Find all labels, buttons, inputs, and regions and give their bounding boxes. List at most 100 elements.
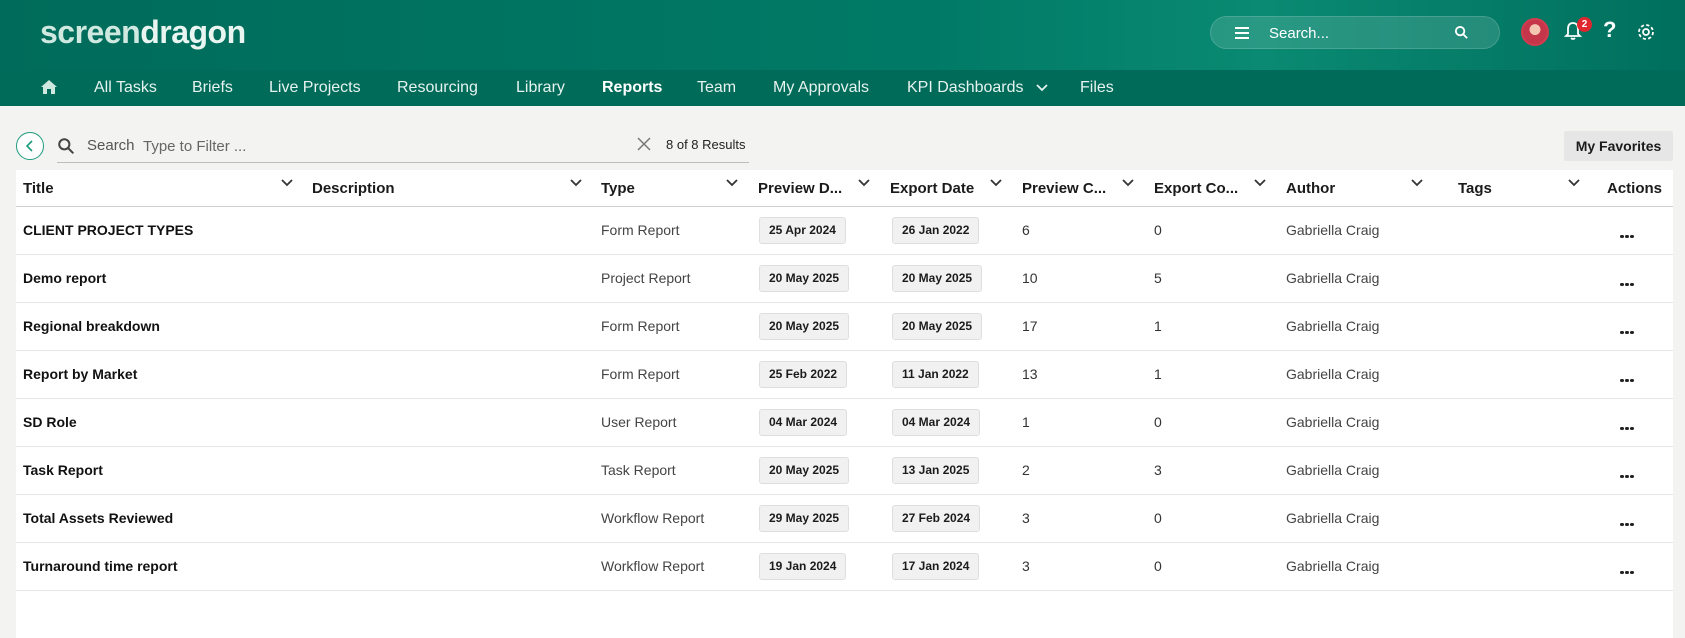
results-count: 8 of 8 Results bbox=[666, 137, 746, 152]
nav-my-approvals[interactable]: My Approvals bbox=[773, 79, 869, 97]
report-type: Task Report bbox=[601, 462, 676, 478]
column-header-tags[interactable]: Tags bbox=[1458, 180, 1492, 197]
report-title[interactable]: Total Assets Reviewed bbox=[23, 510, 173, 526]
more-icon[interactable] bbox=[1620, 513, 1636, 526]
export-date-chip: 11 Jan 2022 bbox=[892, 361, 979, 388]
column-header-export-count[interactable]: Export Co... bbox=[1154, 180, 1238, 197]
report-title[interactable]: SD Role bbox=[23, 414, 77, 430]
column-header-description[interactable]: Description bbox=[312, 180, 395, 197]
preview-date-chip: 25 Apr 2024 bbox=[759, 217, 846, 244]
column-header-title[interactable]: Title bbox=[23, 180, 54, 197]
report-title[interactable]: Regional breakdown bbox=[23, 318, 160, 334]
preview-date-chip: 20 May 2025 bbox=[759, 313, 850, 340]
column-header-author[interactable]: Author bbox=[1286, 180, 1335, 197]
nav-reports[interactable]: Reports bbox=[602, 79, 662, 97]
global-search-input[interactable]: Search... bbox=[1269, 25, 1329, 42]
my-favorites-button[interactable]: My Favorites bbox=[1564, 131, 1673, 161]
nav-kpi-dashboards-label: KPI Dashboards bbox=[907, 79, 1024, 96]
table-row[interactable]: SD Role User Report 04 Mar 2024 04 Mar 2024… bbox=[16, 399, 1673, 447]
export-date-chip: 04 Mar 2024 bbox=[892, 409, 981, 436]
preview-count: 13 bbox=[1022, 366, 1038, 382]
report-author: Gabriella Craig bbox=[1286, 558, 1380, 574]
more-icon[interactable] bbox=[1620, 561, 1636, 574]
home-icon[interactable] bbox=[40, 79, 58, 100]
column-header-export-date[interactable]: Export Date bbox=[890, 180, 974, 197]
preview-count: 10 bbox=[1022, 270, 1038, 286]
menu-icon[interactable] bbox=[1235, 27, 1249, 39]
table-row[interactable]: CLIENT PROJECT TYPES Form Report 25 Apr 20… bbox=[16, 207, 1673, 255]
chevron-down-icon[interactable] bbox=[725, 178, 739, 188]
table-row[interactable]: Total Assets Reviewed Workflow Report 29 M… bbox=[16, 495, 1673, 543]
filter-bar: Search 8 of 8 Results bbox=[57, 130, 749, 163]
more-icon[interactable] bbox=[1620, 321, 1636, 334]
more-icon[interactable] bbox=[1620, 225, 1636, 238]
clear-icon[interactable] bbox=[637, 137, 651, 156]
preview-count: 6 bbox=[1022, 222, 1030, 238]
table-row[interactable]: Report by Market Form Report 25 Feb 2022 11… bbox=[16, 351, 1673, 399]
preview-count: 1 bbox=[1022, 414, 1030, 430]
report-title[interactable]: Task Report bbox=[23, 462, 103, 478]
preview-date-chip: 04 Mar 2024 bbox=[759, 409, 848, 436]
more-icon[interactable] bbox=[1620, 273, 1636, 286]
nav-briefs[interactable]: Briefs bbox=[192, 79, 233, 97]
more-icon[interactable] bbox=[1620, 417, 1636, 430]
search-icon[interactable] bbox=[1454, 25, 1469, 45]
preview-date-chip: 20 May 2025 bbox=[759, 265, 850, 292]
export-date-chip: 17 Jan 2024 bbox=[892, 553, 980, 580]
filter-input[interactable] bbox=[143, 135, 563, 157]
chevron-down-icon[interactable] bbox=[1253, 178, 1267, 188]
export-count: 3 bbox=[1154, 462, 1162, 478]
logo-text-dragon: dragon bbox=[140, 14, 246, 50]
report-title[interactable]: CLIENT PROJECT TYPES bbox=[23, 222, 193, 238]
nav-kpi-dashboards[interactable]: KPI Dashboards bbox=[907, 79, 1048, 97]
report-title[interactable]: Report by Market bbox=[23, 366, 137, 382]
nav-files[interactable]: Files bbox=[1080, 79, 1114, 97]
export-count: 1 bbox=[1154, 366, 1162, 382]
table-header: Title Description Type Preview D... Expo… bbox=[16, 170, 1673, 207]
export-date-chip: 26 Jan 2022 bbox=[892, 217, 980, 244]
app-logo[interactable]: screendragon bbox=[40, 14, 246, 51]
global-search[interactable]: Search... bbox=[1210, 16, 1500, 49]
column-header-actions: Actions bbox=[1607, 180, 1663, 197]
more-icon[interactable] bbox=[1620, 465, 1636, 478]
column-header-preview-date[interactable]: Preview D... bbox=[758, 180, 842, 197]
chevron-down-icon[interactable] bbox=[1410, 178, 1424, 188]
user-avatar[interactable] bbox=[1521, 18, 1549, 46]
nav-live-projects[interactable]: Live Projects bbox=[269, 79, 361, 97]
report-type: Form Report bbox=[601, 222, 680, 238]
export-count: 0 bbox=[1154, 222, 1162, 238]
chevron-down-icon[interactable] bbox=[857, 178, 871, 188]
export-date-chip: 20 May 2025 bbox=[892, 265, 983, 292]
more-icon[interactable] bbox=[1620, 369, 1636, 382]
preview-date-chip: 29 May 2025 bbox=[759, 505, 850, 532]
table-row[interactable]: Demo report Project Report 20 May 2025 20 M… bbox=[16, 255, 1673, 303]
back-icon bbox=[25, 140, 33, 152]
nav-all-tasks[interactable]: All Tasks bbox=[94, 79, 157, 97]
chevron-down-icon[interactable] bbox=[569, 178, 583, 188]
chevron-down-icon[interactable] bbox=[1567, 178, 1581, 188]
table-row[interactable]: Task Report Task Report 20 May 2025 13 Jan … bbox=[16, 447, 1673, 495]
nav-team[interactable]: Team bbox=[697, 79, 736, 97]
export-date-chip: 27 Feb 2024 bbox=[892, 505, 981, 532]
table-row[interactable]: Regional breakdown Form Report 20 May 2025… bbox=[16, 303, 1673, 351]
nav-library[interactable]: Library bbox=[516, 79, 565, 97]
report-title[interactable]: Demo report bbox=[23, 270, 106, 286]
column-header-preview-count[interactable]: Preview C... bbox=[1022, 180, 1106, 197]
search-icon bbox=[57, 137, 75, 160]
report-author: Gabriella Craig bbox=[1286, 318, 1380, 334]
back-button[interactable] bbox=[16, 132, 44, 160]
chevron-down-icon[interactable] bbox=[280, 178, 294, 188]
chevron-down-icon[interactable] bbox=[1121, 178, 1135, 188]
nav-resourcing[interactable]: Resourcing bbox=[397, 79, 478, 97]
chevron-down-icon[interactable] bbox=[989, 178, 1003, 188]
preview-count: 2 bbox=[1022, 462, 1030, 478]
column-header-type[interactable]: Type bbox=[601, 180, 635, 197]
report-title[interactable]: Turnaround time report bbox=[23, 558, 178, 574]
report-author: Gabriella Craig bbox=[1286, 414, 1380, 430]
table-row[interactable]: Turnaround time report Workflow Report 19 … bbox=[16, 543, 1673, 591]
report-type: Workflow Report bbox=[601, 510, 705, 526]
report-author: Gabriella Craig bbox=[1286, 462, 1380, 478]
help-icon[interactable]: ? bbox=[1603, 17, 1616, 43]
gear-icon[interactable] bbox=[1636, 22, 1656, 47]
reports-table: Title Description Type Preview D... Expo… bbox=[16, 170, 1673, 638]
